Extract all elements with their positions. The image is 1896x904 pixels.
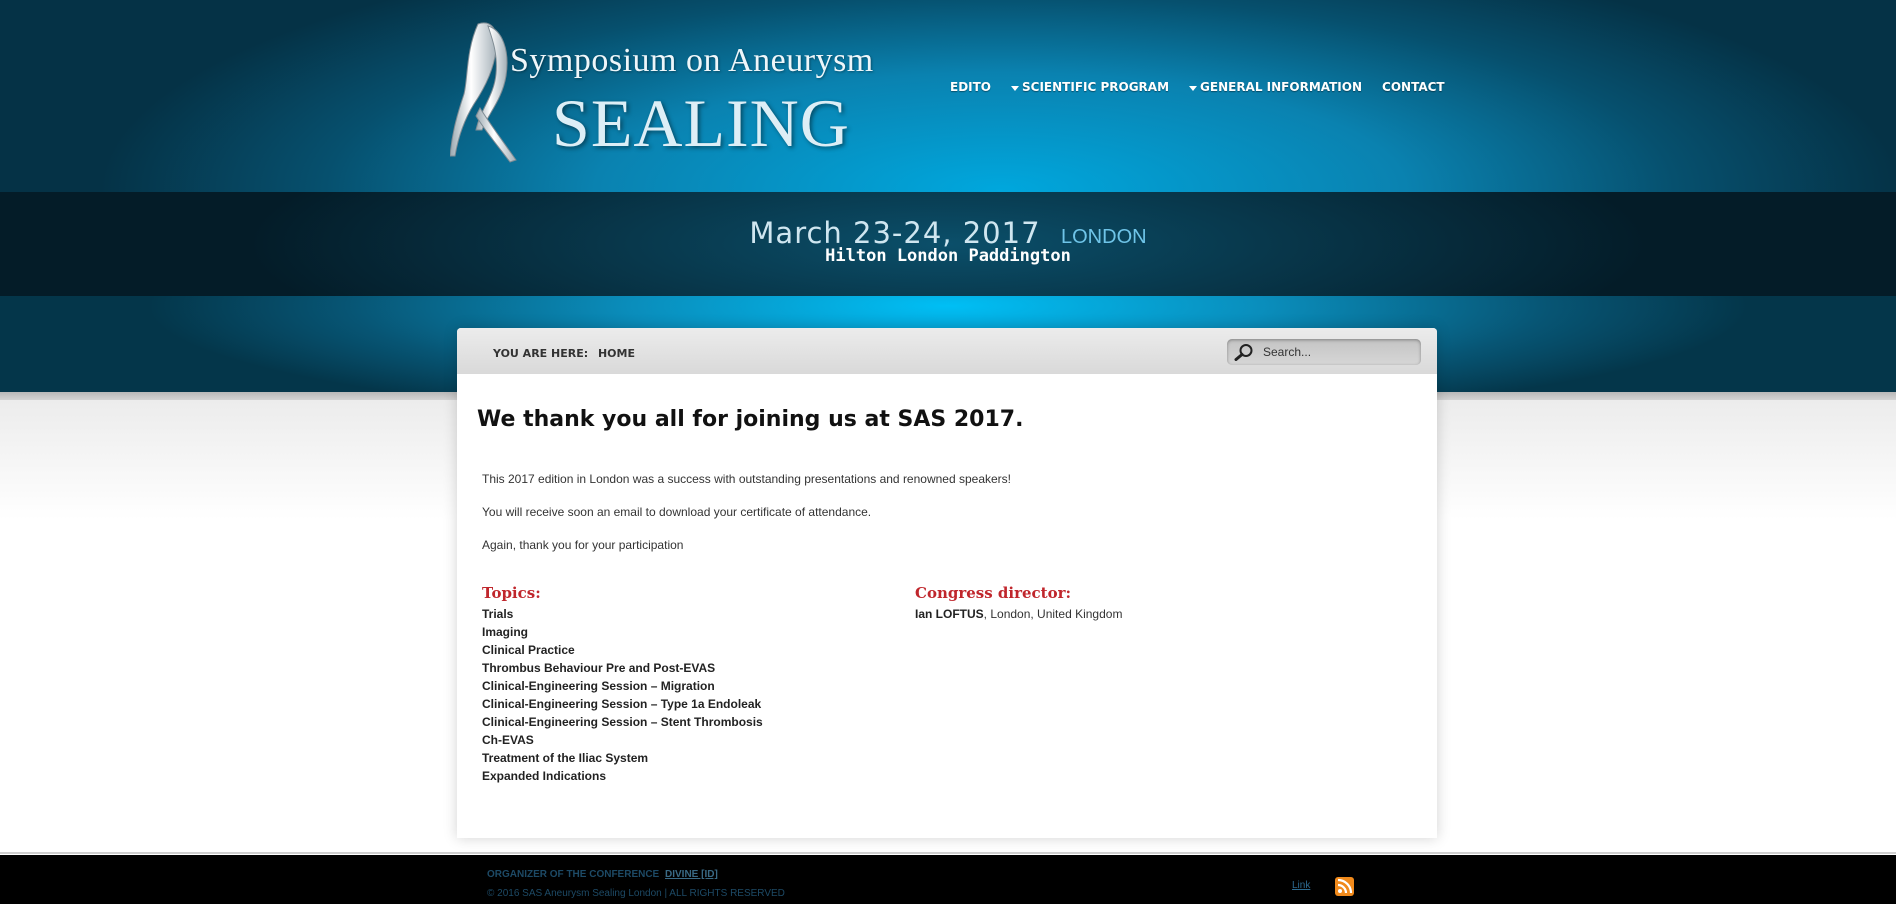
search-icon[interactable] — [1233, 343, 1255, 361]
breadcrumb-bar: YOU ARE HERE: HOME — [457, 328, 1437, 374]
footer-organizer: ORGANIZER OF THE CONFERENCE DIVINE [ID] — [487, 869, 718, 880]
nav-item-label: EDITO — [950, 80, 992, 94]
list-item: Clinical-Engineering Session – Migration — [482, 679, 715, 693]
main-nav: EDITO SCIENTIFIC PROGRAM GENERAL INFORMA… — [950, 80, 1465, 94]
site-footer: ORGANIZER OF THE CONFERENCE DIVINE [ID] … — [0, 855, 1896, 904]
list-item: Treatment of the Iliac System — [482, 751, 649, 765]
breadcrumb: YOU ARE HERE: HOME — [493, 347, 635, 360]
organizer-label: ORGANIZER OF THE CONFERENCE — [487, 869, 660, 880]
divider — [0, 852, 1896, 854]
nav-item-label: GENERAL INFORMATION — [1200, 80, 1363, 94]
intro-paragraph: This 2017 edition in London was a succes… — [482, 472, 1012, 486]
list-item: Clinical-Engineering Session – Type 1a E… — [482, 697, 762, 711]
list-item: Expanded Indications — [482, 769, 607, 783]
site-logo[interactable]: Symposium on Aneurysm SEALING — [450, 20, 890, 165]
thanks-paragraph: Again, thank you for your participation — [482, 538, 684, 552]
nav-item-label: CONTACT — [1382, 80, 1445, 94]
list-item: Clinical-Engineering Session – Stent Thr… — [482, 715, 763, 729]
nav-item-edito[interactable]: EDITO — [950, 80, 991, 94]
breadcrumb-home[interactable]: HOME — [598, 347, 635, 360]
chevron-down-icon — [1189, 85, 1198, 91]
list-item: Clinical Practice — [482, 643, 575, 657]
footer-link[interactable]: Link — [1292, 880, 1310, 891]
chevron-down-icon — [1011, 85, 1020, 91]
main-content-panel: YOU ARE HERE: HOME We thank you all for … — [457, 328, 1437, 838]
topics-list: Trials Imaging Clinical Practice Thrombu… — [482, 605, 763, 785]
congress-director-heading: Congress director: — [915, 584, 1072, 602]
rss-icon[interactable] — [1335, 877, 1354, 896]
nav-item-contact[interactable]: CONTACT — [1382, 80, 1445, 94]
copyright-text: © 2016 SAS Aneurysm Sealing London | ALL… — [487, 888, 785, 899]
nav-item-scientific-program[interactable]: SCIENTIFIC PROGRAM — [1011, 80, 1169, 94]
breadcrumb-prefix: YOU ARE HERE: — [493, 347, 589, 360]
nav-item-general-information[interactable]: GENERAL INFORMATION — [1189, 80, 1362, 94]
director-location: , London, United Kingdom — [983, 607, 1123, 621]
list-item: Thrombus Behaviour Pre and Post-EVAS — [482, 661, 716, 675]
event-date: March 23-24, 2017 — [749, 216, 1041, 250]
event-date-band: March 23-24, 2017 LONDON Hilton London P… — [0, 192, 1896, 296]
topics-heading: Topics: — [482, 584, 541, 602]
list-item: Imaging — [482, 625, 529, 639]
director-name: Ian LOFTUS — [915, 607, 984, 621]
search-input[interactable] — [1263, 342, 1413, 362]
organizer-link[interactable]: DIVINE [ID] — [665, 869, 718, 880]
list-item: Trials — [482, 607, 514, 621]
event-city: LONDON — [1061, 226, 1147, 248]
event-date-line: March 23-24, 2017 LONDON — [0, 216, 1896, 250]
congress-director: Ian LOFTUS, London, United Kingdom — [915, 605, 1122, 623]
site-header: Symposium on Aneurysm SEALING EDITO SCIE… — [0, 0, 1896, 192]
event-venue: Hilton London Paddington — [825, 246, 1071, 266]
page-title: We thank you all for joining us at SAS 2… — [477, 407, 1024, 432]
logo-title-line2: SEALING — [552, 85, 850, 161]
logo-title-line1: Symposium on Aneurysm — [510, 42, 874, 79]
list-item: Ch-EVAS — [482, 733, 534, 747]
search-box — [1227, 339, 1421, 365]
nav-item-label: SCIENTIFIC PROGRAM — [1022, 80, 1170, 94]
certificate-paragraph: You will receive soon an email to downlo… — [482, 505, 872, 519]
